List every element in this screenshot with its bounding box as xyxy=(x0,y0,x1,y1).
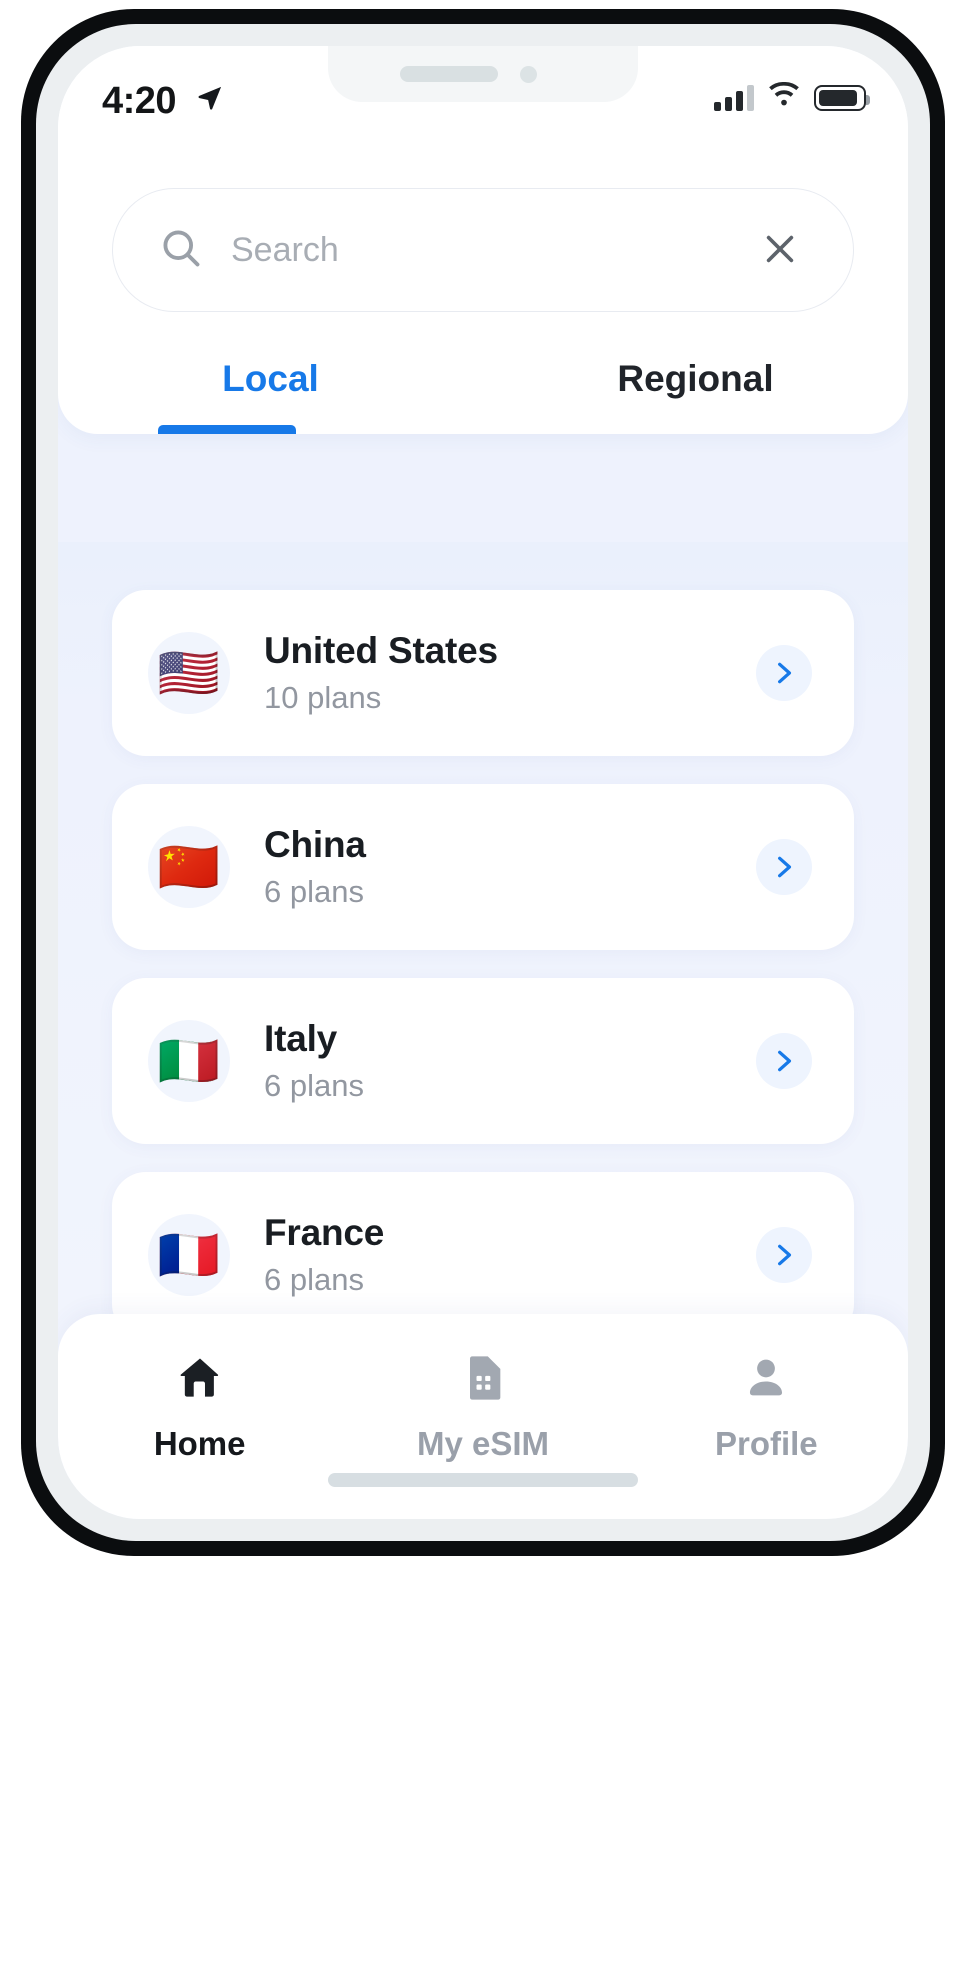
status-bar: 4:20 xyxy=(58,46,908,150)
flag-icon: 🇮🇹 xyxy=(148,1020,230,1102)
nav-item-home[interactable]: Home xyxy=(58,1352,341,1463)
phone-bezel: Local Regional 4:20 xyxy=(36,24,930,1541)
country-info: China 6 plans xyxy=(264,824,756,910)
nav-label: Profile xyxy=(714,1425,818,1462)
country-card-united-states[interactable]: 🇺🇸 United States 10 plans xyxy=(112,590,854,756)
search-input[interactable] xyxy=(231,230,751,270)
tab-bar: Local Regional xyxy=(58,358,908,434)
notch xyxy=(328,46,638,102)
country-plan-count: 6 plans xyxy=(264,1068,364,1103)
country-plan-count: 6 plans xyxy=(264,1262,364,1297)
status-indicators xyxy=(714,81,870,114)
nav-item-profile[interactable]: Profile xyxy=(625,1352,908,1463)
country-name: United States xyxy=(264,630,498,671)
wifi-icon xyxy=(766,81,802,114)
earpiece-speaker xyxy=(400,66,498,82)
chevron-right-icon[interactable] xyxy=(756,645,812,701)
tab-active-indicator xyxy=(158,425,296,434)
battery-icon xyxy=(814,85,870,111)
home-icon xyxy=(174,1352,226,1407)
person-icon xyxy=(740,1352,792,1407)
country-card-italy[interactable]: 🇮🇹 Italy 6 plans xyxy=(112,978,854,1144)
search-icon xyxy=(159,226,203,275)
country-info: France 6 plans xyxy=(264,1212,756,1298)
tab-local[interactable]: Local xyxy=(58,358,483,434)
location-arrow-icon xyxy=(196,84,224,112)
home-indicator[interactable] xyxy=(328,1473,638,1487)
nav-label: My eSIM xyxy=(416,1425,550,1462)
status-time: 4:20 xyxy=(102,80,177,122)
clear-search-button[interactable] xyxy=(751,220,809,281)
country-name: China xyxy=(264,824,366,865)
chevron-right-icon[interactable] xyxy=(756,1033,812,1089)
country-name: Italy xyxy=(264,1018,338,1059)
sim-card-icon xyxy=(457,1352,509,1407)
country-card-china[interactable]: 🇨🇳 China 6 plans xyxy=(112,784,854,950)
flag-icon: 🇨🇳 xyxy=(148,826,230,908)
nav-label: Home xyxy=(153,1425,246,1462)
cellular-signal-icon xyxy=(714,85,754,111)
search-bar[interactable] xyxy=(112,188,854,312)
front-camera xyxy=(520,66,537,83)
country-name: France xyxy=(264,1212,385,1253)
phone-screen: Local Regional 4:20 xyxy=(58,46,908,1519)
chevron-right-icon[interactable] xyxy=(756,1227,812,1283)
country-plan-count: 6 plans xyxy=(264,874,364,909)
bottom-navigation-bar: Home My eSIM Profile xyxy=(58,1314,908,1519)
nav-item-my-esim[interactable]: My eSIM xyxy=(341,1352,624,1463)
tab-regional[interactable]: Regional xyxy=(483,358,908,434)
country-info: United States 10 plans xyxy=(264,630,756,716)
chevron-right-icon[interactable] xyxy=(756,839,812,895)
phone-frame: Local Regional 4:20 xyxy=(22,10,944,1555)
country-plan-count: 10 plans xyxy=(264,680,382,715)
flag-icon: 🇫🇷 xyxy=(148,1214,230,1296)
country-info: Italy 6 plans xyxy=(264,1018,756,1104)
flag-icon: 🇺🇸 xyxy=(148,632,230,714)
close-icon xyxy=(759,228,801,273)
